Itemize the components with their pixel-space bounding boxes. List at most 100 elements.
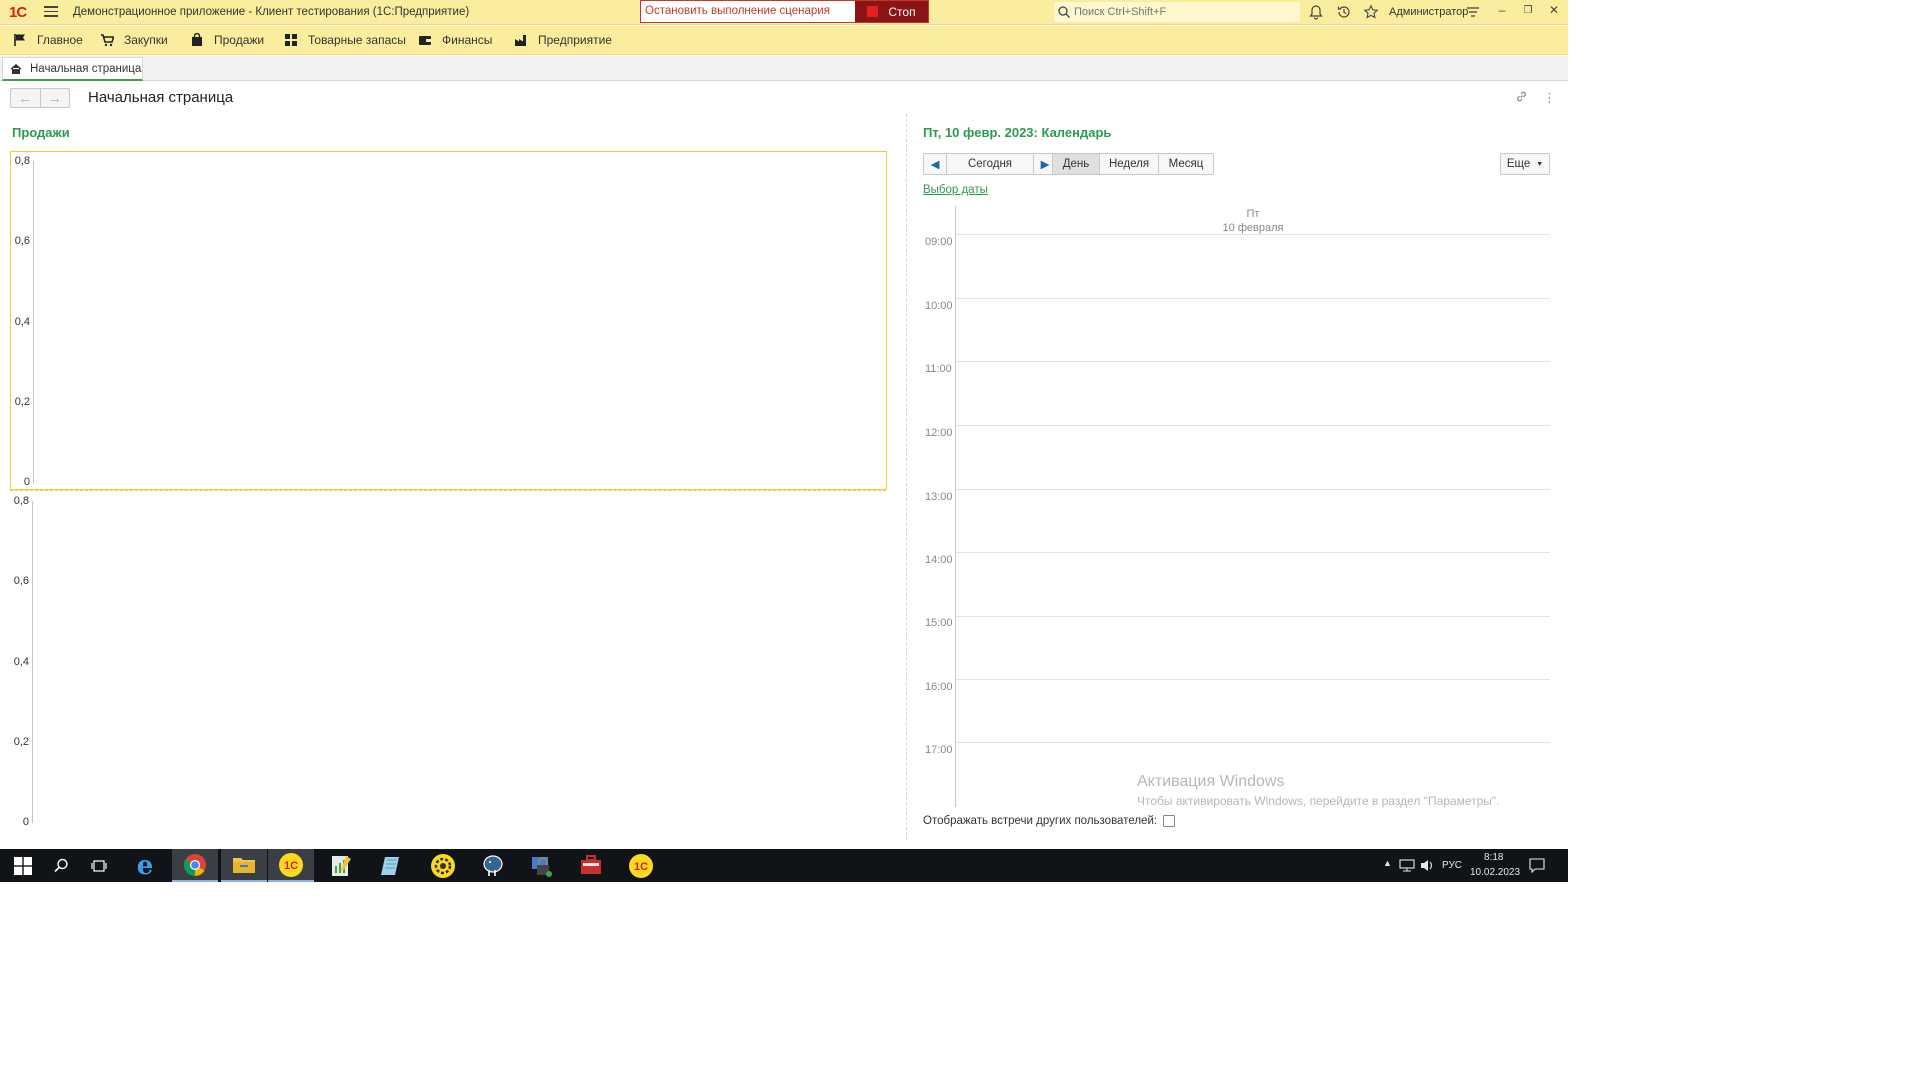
hour-line [956, 234, 1550, 235]
hour-label: 13:00 [925, 491, 953, 503]
show-others-checkbox[interactable] [1163, 815, 1176, 827]
stop-button[interactable]: Стоп [855, 1, 928, 22]
notifications-icon[interactable] [1529, 858, 1545, 873]
stop-button-label: Стоп [888, 4, 916, 19]
forward-button[interactable]: → [41, 89, 70, 107]
tab-label: Начальная страница [30, 62, 142, 75]
window-title: Демонстрационное приложение - Клиент тес… [73, 6, 470, 18]
volume-icon[interactable] [1420, 859, 1434, 872]
chevron-down-icon: ▼ [1536, 160, 1544, 168]
sales-chart-top[interactable]: 0,8 0,6 0,4 0,2 0 [10, 151, 887, 490]
section-label: Продажи [214, 33, 265, 47]
calendar-day-grid[interactable]: Пт 10 февраля 09:00 10:00 11:00 12:00 13… [923, 206, 1550, 807]
star-icon[interactable] [1363, 4, 1379, 20]
view-month-button[interactable]: Месяц [1159, 154, 1213, 174]
input-language[interactable]: РУС [1442, 860, 1462, 871]
column-splitter[interactable] [906, 114, 907, 840]
y-axis [32, 501, 33, 823]
taskbar-explorer[interactable] [221, 849, 267, 882]
clock-time[interactable]: 8:18 [1484, 852, 1503, 863]
section-sales[interactable]: Продажи [190, 33, 264, 47]
taskbar-app-lock[interactable] [518, 849, 564, 882]
chart-splitter[interactable] [10, 490, 886, 491]
section-label: Предприятие [538, 33, 612, 47]
y-tick: 0,2 [13, 736, 29, 748]
y-tick: 0 [23, 476, 30, 488]
link-icon[interactable] [1515, 90, 1528, 106]
minimize-icon[interactable]: – [1494, 3, 1510, 17]
restore-icon[interactable]: ❐ [1520, 5, 1536, 16]
stop-message: Остановить выполнение сценария [645, 5, 830, 17]
taskbar-app-editor[interactable] [318, 849, 364, 882]
hour-line [956, 361, 1550, 362]
view-week-button[interactable]: Неделя [1100, 154, 1159, 174]
tray-expand-icon[interactable]: ▲ [1383, 858, 1392, 868]
wallet-icon [419, 36, 431, 45]
current-user[interactable]: Администратор [1389, 6, 1468, 18]
taskbar-app-toolbox[interactable] [568, 849, 614, 882]
scenario-stop-panel: Остановить выполнение сценария Стоп [640, 0, 929, 23]
hour-label: 11:00 [925, 363, 952, 375]
elephant-icon [483, 854, 503, 876]
more-button-label: Еще [1506, 158, 1531, 170]
section-purchases[interactable]: Закупки [100, 33, 168, 47]
network-icon[interactable] [1399, 859, 1415, 872]
taskbar-app-gear[interactable] [420, 849, 466, 882]
calendar-navigation: ◀ Сегодня ▶ [923, 153, 1057, 175]
taskbar-chrome[interactable] [172, 849, 218, 882]
sales-title: Продажи [12, 125, 70, 140]
section-inventory[interactable]: Товарные запасы [284, 33, 406, 47]
internet-explorer-icon: e [136, 850, 154, 881]
hour-line [956, 425, 1550, 426]
y-tick: 0,4 [13, 656, 29, 668]
gear-icon [431, 853, 455, 878]
tab-home-page[interactable]: Начальная страница [2, 57, 143, 81]
date-select-link[interactable]: Выбор даты [923, 184, 988, 196]
hour-label: 10:00 [925, 300, 953, 312]
cart-icon [101, 34, 114, 47]
taskbar-1c-configurator[interactable]: 1С [618, 849, 664, 882]
hour-label: 15:00 [925, 617, 953, 629]
show-others-label: Отображать встречи других пользователей: [923, 815, 1158, 827]
y-tick: 0,6 [14, 235, 30, 247]
section-finance[interactable]: Финансы [418, 33, 492, 47]
hour-line [956, 552, 1550, 553]
document-chart-icon [332, 855, 351, 876]
y-tick: 0,8 [14, 155, 30, 167]
taskbar-postgres[interactable] [470, 849, 516, 882]
hour-line [956, 742, 1550, 743]
taskbar-app-notes[interactable] [368, 849, 414, 882]
sections-panel: Главное Закупки Продажи Товарные запасы … [0, 26, 1568, 55]
close-icon[interactable]: ✕ [1546, 3, 1562, 17]
search-icon [53, 858, 68, 873]
prev-day-button[interactable]: ◀ [924, 154, 946, 174]
main-menu-icon[interactable] [44, 6, 58, 18]
global-search[interactable] [1054, 2, 1300, 22]
section-main[interactable]: Главное [13, 33, 83, 47]
bell-icon[interactable] [1308, 4, 1324, 20]
taskbar-ie[interactable]: e [122, 849, 168, 882]
windows-taskbar: e 1С 1С ▲ РУС 8:18 10.02.2023 [0, 849, 1568, 882]
bag-icon [192, 33, 202, 46]
section-enterprise[interactable]: Предприятие [514, 33, 612, 47]
task-view-button[interactable] [76, 849, 122, 882]
app-logo[interactable]: 1С [9, 4, 27, 21]
toolbox-icon [581, 854, 601, 874]
search-input[interactable] [1070, 6, 1290, 18]
y-tick: 0,2 [14, 396, 30, 408]
settings-menu-icon[interactable] [1465, 4, 1481, 20]
open-windows-bar: Начальная страница [0, 56, 1568, 81]
back-button[interactable]: ← [11, 89, 41, 107]
sales-chart-bottom[interactable]: 0,8 0,6 0,4 0,2 0 [10, 492, 887, 832]
clock-date[interactable]: 10.02.2023 [1470, 867, 1520, 878]
taskbar-1c-client[interactable]: 1С [268, 849, 314, 882]
lock-icon [532, 856, 552, 877]
time-column-divider [955, 206, 956, 807]
section-label: Главное [37, 33, 83, 47]
history-icon[interactable] [1336, 4, 1352, 20]
more-actions-icon[interactable]: ⋮ [1543, 90, 1556, 106]
hour-label: 12:00 [925, 427, 953, 439]
more-button[interactable]: Еще ▼ [1500, 153, 1550, 175]
today-button[interactable]: Сегодня [946, 154, 1034, 174]
view-day-button[interactable]: День [1053, 154, 1100, 174]
